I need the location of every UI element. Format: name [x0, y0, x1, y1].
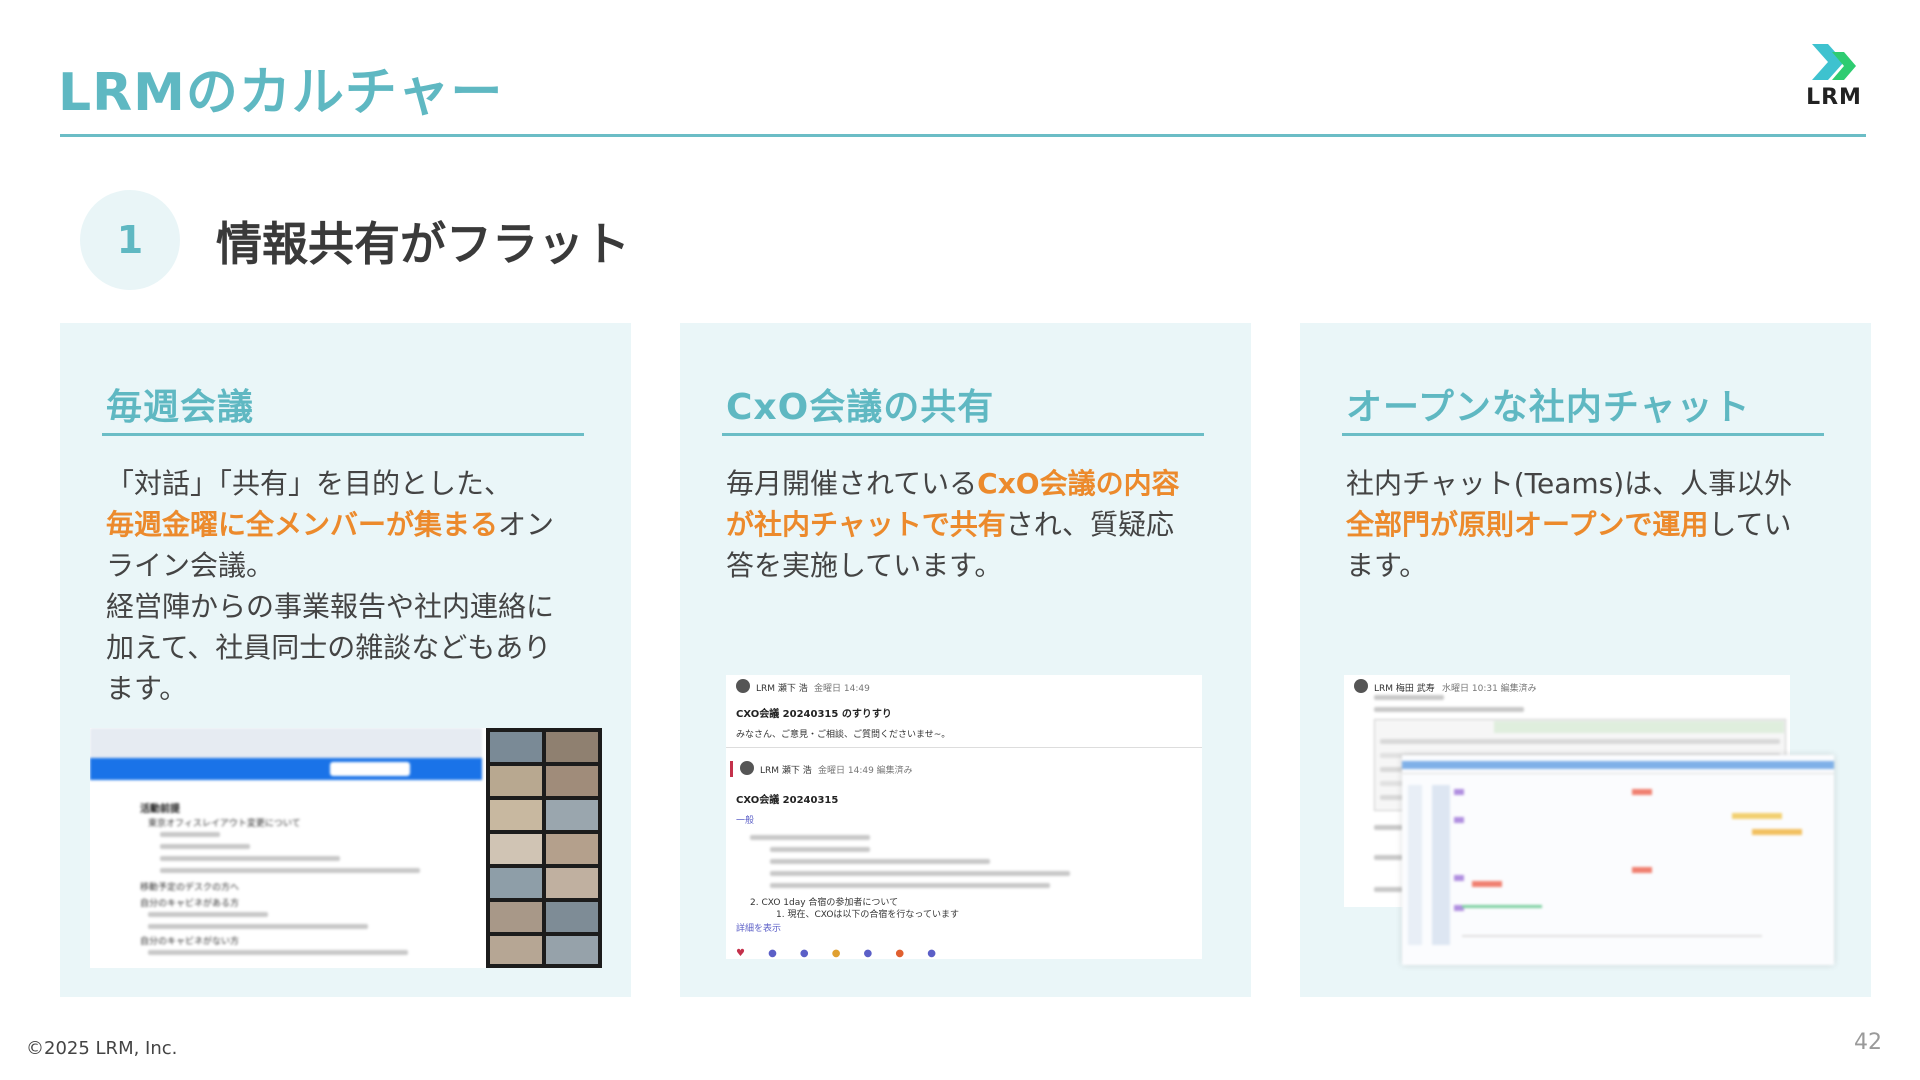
avatar — [740, 761, 754, 775]
body-text: 毎月開催されている — [726, 467, 978, 500]
meeting-item: 移動予定のデスクの方へ — [140, 883, 240, 893]
card-divider — [1342, 433, 1824, 436]
card-heading: 毎週会議 — [106, 387, 255, 428]
post-author: LRM 瀬下 浩 — [756, 684, 808, 694]
card-body: 「対話」「共有」を目的とした、 毎週金曜に全メンバーが集まるオンライン会議。 経… — [106, 463, 576, 709]
post-time: 金曜日 14:49 編集済み — [818, 766, 913, 776]
post-author: LRM 梅田 武寿 — [1374, 684, 1435, 694]
post-time: 水曜日 10:31 編集済み — [1442, 684, 1537, 694]
body-text: 「対話」「共有」を目的とした、 — [106, 467, 513, 500]
cxo-chat-screenshot: LRM 瀬下 浩 金曜日 14:49 CXO会議 20240315 のすりすり … — [726, 675, 1202, 959]
body-highlight: 全部門が原則オープンで運用 — [1346, 508, 1709, 541]
card-heading: オープンな社内チャット — [1346, 387, 1751, 428]
gantt-screenshot — [1402, 755, 1834, 965]
post-text: みなさん、ご意見・ご相談、ご質問くださいませ~。 — [736, 730, 951, 740]
reaction-bar[interactable]: ♥ ● ● ● ● ● ● ● — [736, 941, 946, 959]
title-divider — [60, 134, 1866, 137]
card-body: 毎月開催されているCxO会議の内容が社内チャットで共有され、質疑応答を実施してい… — [726, 463, 1196, 586]
post-tag: 一般 — [736, 816, 755, 826]
card-weekly-meeting: 毎週会議 「対話」「共有」を目的とした、 毎週金曜に全メンバーが集まるオンライン… — [60, 323, 631, 997]
card-divider — [722, 433, 1204, 436]
card-body: 社内チャット(Teams)は、人事以外全部門が原則オープンで運用しています。 — [1346, 463, 1816, 586]
post-title: CXO会議 20240315 のすりすり — [736, 709, 892, 720]
chevron-logo-icon — [1812, 44, 1856, 80]
video-grid — [486, 728, 602, 968]
meeting-screenshot: 活動前提 東京オフィスレイアウト変更について 移動予定のデスクの方へ 自分のキャ… — [90, 728, 602, 968]
avatar — [736, 679, 750, 693]
section-number: 1 — [80, 190, 180, 290]
card-divider — [102, 433, 584, 436]
meeting-item: 自分のキャビネがある方 — [140, 899, 240, 909]
copyright: ©2025 LRM, Inc. — [26, 1038, 178, 1059]
section-title: 情報共有がフラット — [216, 217, 630, 271]
body-text: 経営陣からの事業報告や社内連絡に加えて、社員同士の雑談などもあります。 — [106, 590, 555, 705]
brand-logo: LRM — [1798, 44, 1870, 110]
card-open-chat: オープンな社内チャット 社内チャット(Teams)は、人事以外全部門が原則オープ… — [1300, 323, 1871, 997]
body-text: 社内チャット(Teams)は、人事以外 — [1346, 467, 1793, 500]
post-item: 1. 現在、CXOは以下の合宿を行なっています — [776, 910, 959, 920]
logo-text: LRM — [1806, 85, 1862, 110]
page-title: LRMのカルチャー — [58, 63, 504, 123]
post-author: LRM 瀬下 浩 — [760, 766, 812, 776]
post-time: 金曜日 14:49 — [814, 684, 870, 694]
card-heading: CxO会議の共有 — [726, 387, 995, 428]
avatar — [1354, 679, 1368, 693]
show-more-link[interactable]: 詳細を表示 — [736, 921, 781, 934]
body-highlight: 毎週金曜に全メンバーが集まる — [106, 508, 499, 541]
page-number: 42 — [1854, 1030, 1882, 1055]
post-title: CXO会議 20240315 — [736, 795, 839, 806]
meeting-item: 東京オフィスレイアウト変更について — [148, 819, 301, 829]
meeting-item: 自分のキャビネがない方 — [140, 937, 240, 947]
card-cxo-meeting: CxO会議の共有 毎月開催されているCxO会議の内容が社内チャットで共有され、質… — [680, 323, 1251, 997]
meeting-heading: 活動前提 — [140, 804, 180, 815]
